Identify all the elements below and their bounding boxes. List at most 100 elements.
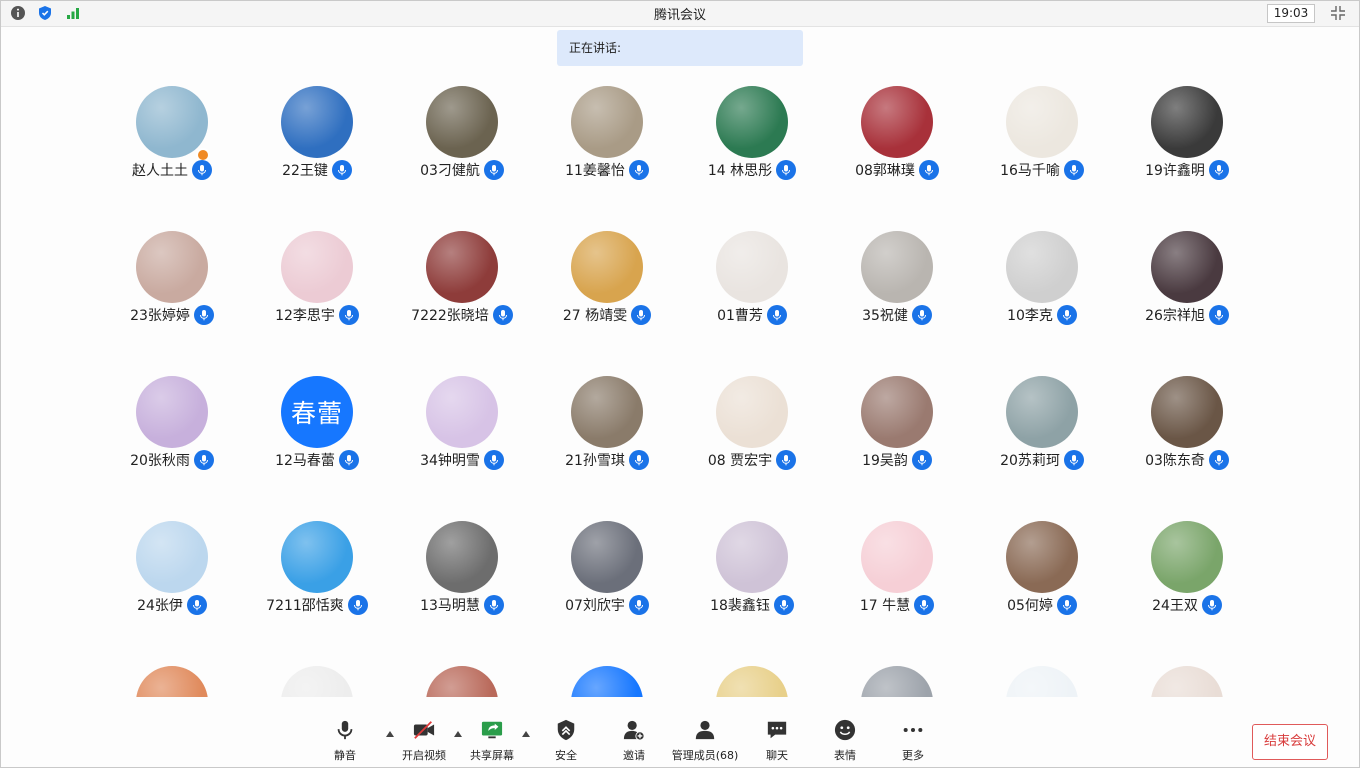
mic-status-badge <box>338 305 359 325</box>
participant-avatar[interactable] <box>1006 521 1078 593</box>
participant-avatar[interactable] <box>1006 86 1078 158</box>
participant-avatar[interactable] <box>1006 231 1078 303</box>
invite-button[interactable]: 邀请 <box>602 719 666 763</box>
participant-tile[interactable]: 14 林思彤 <box>682 70 822 200</box>
participant-avatar[interactable] <box>1151 666 1223 697</box>
microphone-icon <box>498 310 507 321</box>
participant-avatar[interactable] <box>861 86 933 158</box>
participant-tile[interactable]: 07刘欣宇 <box>537 505 677 635</box>
participant-tile[interactable]: 12李思宇 <box>247 215 387 345</box>
participant-tile[interactable]: 01曹芳 <box>682 215 822 345</box>
participant-avatar[interactable] <box>1006 666 1078 697</box>
participant-avatar[interactable] <box>426 86 498 158</box>
participant-avatar[interactable] <box>281 86 353 158</box>
participant-avatar[interactable] <box>716 666 788 697</box>
participant-avatar[interactable] <box>136 521 208 593</box>
participant-tile[interactable] <box>972 650 1112 697</box>
exit-fullscreen-icon[interactable] <box>1330 5 1346 21</box>
participant-avatar[interactable] <box>136 86 208 158</box>
participant-tile[interactable] <box>537 650 677 697</box>
participant-avatar[interactable] <box>281 521 353 593</box>
participant-tile[interactable]: 27 杨靖雯 <box>537 215 677 345</box>
participant-tile[interactable]: 23张婷婷 <box>102 215 242 345</box>
participant-tile[interactable]: 19许鑫明 <box>1117 70 1257 200</box>
participant-avatar[interactable] <box>1151 376 1223 448</box>
participant-avatar[interactable] <box>861 231 933 303</box>
participant-tile[interactable]: 24王双 <box>1117 505 1257 635</box>
more-button[interactable]: 更多 <box>881 719 945 763</box>
participant-tile[interactable] <box>827 650 967 697</box>
participant-avatar[interactable] <box>136 231 208 303</box>
participant-avatar[interactable] <box>281 666 353 697</box>
participant-tile[interactable]: 26宗祥旭 <box>1117 215 1257 345</box>
participant-avatar[interactable] <box>1151 521 1223 593</box>
participant-avatar[interactable] <box>716 231 788 303</box>
share-options-caret[interactable] <box>522 731 530 737</box>
participant-tile[interactable] <box>102 650 242 697</box>
manage-members-button[interactable]: 管理成员(68) <box>672 719 738 763</box>
participant-avatar[interactable] <box>571 521 643 593</box>
participant-avatar[interactable] <box>716 86 788 158</box>
participant-avatar[interactable] <box>426 231 498 303</box>
participant-avatar[interactable] <box>1151 86 1223 158</box>
participant-avatar[interactable] <box>571 666 643 697</box>
participant-tile[interactable]: 13马明慧 <box>392 505 532 635</box>
participant-tile[interactable]: 20张秋雨 <box>102 360 242 490</box>
participant-avatar[interactable] <box>861 521 933 593</box>
participant-tile[interactable]: 05何婷 <box>972 505 1112 635</box>
participant-name-row: 19许鑫明 <box>1117 160 1257 180</box>
participant-tile[interactable]: 7222张晓培 <box>392 215 532 345</box>
participant-tile[interactable] <box>682 650 822 697</box>
participant-avatar[interactable] <box>861 376 933 448</box>
participant-avatar[interactable] <box>716 376 788 448</box>
participant-tile[interactable]: 春蕾 12马春蕾 <box>247 360 387 490</box>
chat-button[interactable]: 聊天 <box>745 719 809 763</box>
participant-tile[interactable]: 22王键 <box>247 70 387 200</box>
participant-avatar[interactable] <box>571 86 643 158</box>
emoji-button[interactable]: 表情 <box>813 719 877 763</box>
participant-tile[interactable]: 34钟明雪 <box>392 360 532 490</box>
participant-tile[interactable]: 03刁健航 <box>392 70 532 200</box>
participant-avatar[interactable] <box>136 376 208 448</box>
participant-tile[interactable] <box>1117 650 1257 697</box>
mute-button[interactable]: 静音 <box>313 719 377 763</box>
participant-avatar[interactable] <box>281 231 353 303</box>
participant-avatar[interactable] <box>426 376 498 448</box>
participant-tile[interactable]: 08 贾宏宇 <box>682 360 822 490</box>
mic-status-badge <box>483 595 504 615</box>
share-screen-button[interactable]: 共享屏幕 <box>460 719 524 763</box>
microphone-icon <box>489 455 498 466</box>
participant-tile[interactable]: 19吴韵 <box>827 360 967 490</box>
participant-tile[interactable]: 24张伊 <box>102 505 242 635</box>
start-video-button[interactable]: 开启视频 <box>392 719 456 763</box>
participant-avatar[interactable] <box>136 666 208 697</box>
security-button[interactable]: 安全 <box>534 719 598 763</box>
participant-tile[interactable]: 17 牛慧 <box>827 505 967 635</box>
participant-tile[interactable]: 赵人土土 <box>102 70 242 200</box>
participant-tile[interactable] <box>392 650 532 697</box>
participant-avatar[interactable] <box>571 231 643 303</box>
participant-name: 13马明慧 <box>420 598 480 614</box>
participant-tile[interactable]: 20苏莉珂 <box>972 360 1112 490</box>
participant-tile[interactable]: 16马千喻 <box>972 70 1112 200</box>
participant-avatar[interactable] <box>571 376 643 448</box>
participant-avatar[interactable] <box>861 666 933 697</box>
participant-avatar[interactable] <box>716 521 788 593</box>
participant-tile[interactable]: 35祝健 <box>827 215 967 345</box>
participant-avatar[interactable] <box>1006 376 1078 448</box>
participant-avatar[interactable] <box>1151 231 1223 303</box>
participant-tile[interactable]: 03陈东奇 <box>1117 360 1257 490</box>
participant-tile[interactable] <box>247 650 387 697</box>
participant-tile[interactable]: 10李克 <box>972 215 1112 345</box>
end-meeting-button[interactable]: 结束会议 <box>1252 724 1328 760</box>
mic-status-badge <box>331 160 352 180</box>
participant-avatar[interactable] <box>426 521 498 593</box>
participant-tile[interactable]: 18裴鑫钰 <box>682 505 822 635</box>
participant-tile[interactable]: 11姜馨怡 <box>537 70 677 200</box>
participant-name: 20苏莉珂 <box>1000 453 1060 469</box>
participant-avatar[interactable] <box>426 666 498 697</box>
participant-tile[interactable]: 7211邵恬爽 <box>247 505 387 635</box>
participant-tile[interactable]: 08郭琳璞 <box>827 70 967 200</box>
participant-avatar[interactable]: 春蕾 <box>281 376 353 448</box>
participant-tile[interactable]: 21孙雪琪 <box>537 360 677 490</box>
